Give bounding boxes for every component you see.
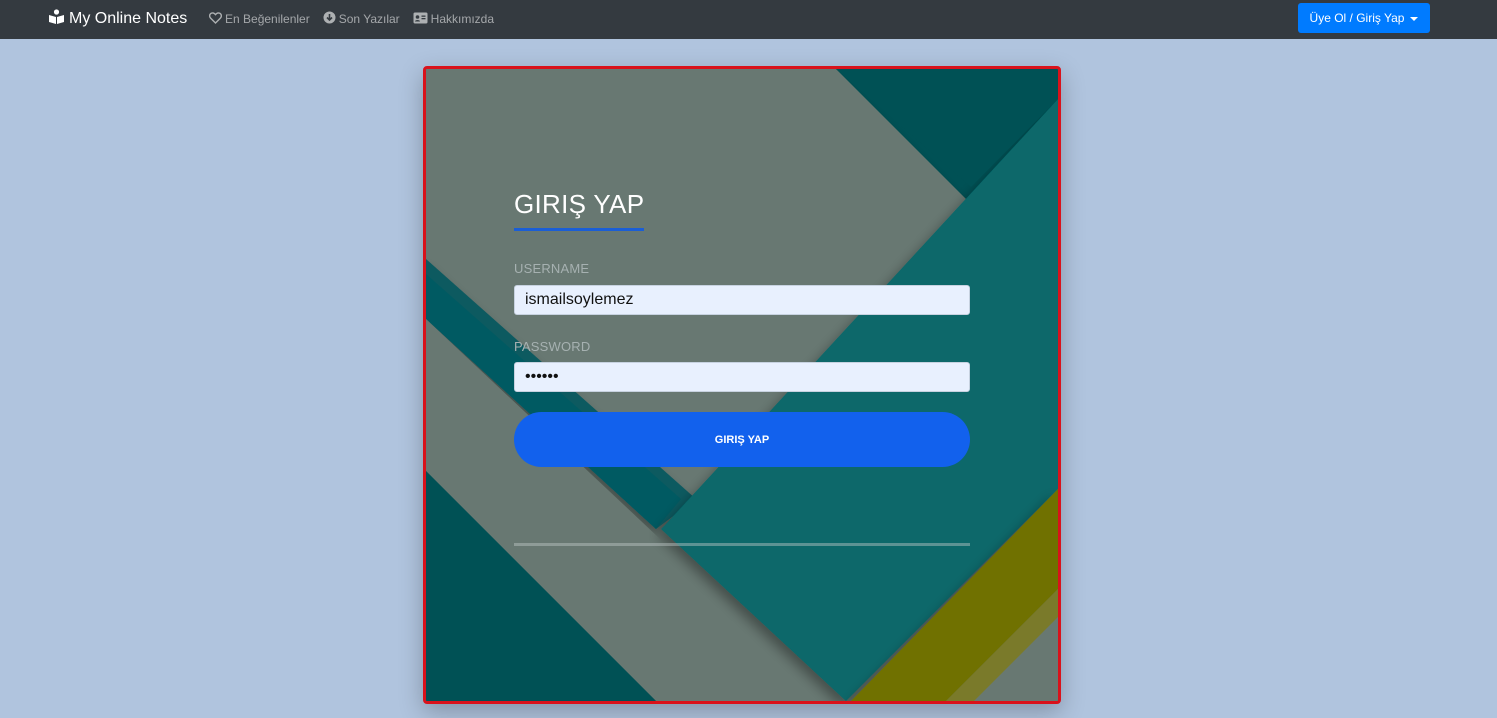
- username-label: USERNAME: [514, 261, 590, 276]
- auth-button-label: Üye Ol / Giriş Yap: [1309, 11, 1405, 25]
- brand-label: My Online Notes: [69, 10, 188, 27]
- nav-link-label: En Beğenilenler: [225, 12, 310, 26]
- signup-login-dropdown-button[interactable]: Üye Ol / Giriş Yap: [1298, 3, 1430, 33]
- navbar: My Online Notes En Beğenilenler Son Yazı…: [0, 0, 1497, 39]
- login-title: GIRIŞ YAP: [514, 189, 645, 231]
- nav-link-label: Son Yazılar: [338, 12, 400, 26]
- nav-link-about[interactable]: Hakkımızda: [413, 12, 494, 27]
- login-card: GIRIŞ YAP USERNAME PASSWORD GIRIŞ YAP: [423, 66, 1061, 704]
- id-card-icon: [413, 12, 431, 27]
- password-input[interactable]: [514, 362, 970, 392]
- heart-icon: [208, 11, 225, 27]
- nav-link-recent-posts[interactable]: Son Yazılar: [323, 11, 400, 27]
- brand-link[interactable]: My Online Notes: [48, 9, 187, 29]
- divider: [514, 543, 970, 546]
- caret-down-icon: [1410, 16, 1419, 21]
- password-label: PASSWORD: [514, 339, 591, 354]
- nav-link-most-liked[interactable]: En Beğenilenler: [208, 11, 310, 27]
- username-input[interactable]: [514, 285, 970, 315]
- nav-link-label: Hakkımızda: [430, 12, 495, 26]
- book-reader-icon: [48, 9, 69, 29]
- login-submit-button[interactable]: GIRIŞ YAP: [514, 412, 970, 467]
- nav-links: En Beğenilenler Son Yazılar Hakkımızda: [208, 11, 507, 27]
- arrow-down-circle-icon: [323, 11, 339, 27]
- submit-label: GIRIŞ YAP: [714, 433, 770, 446]
